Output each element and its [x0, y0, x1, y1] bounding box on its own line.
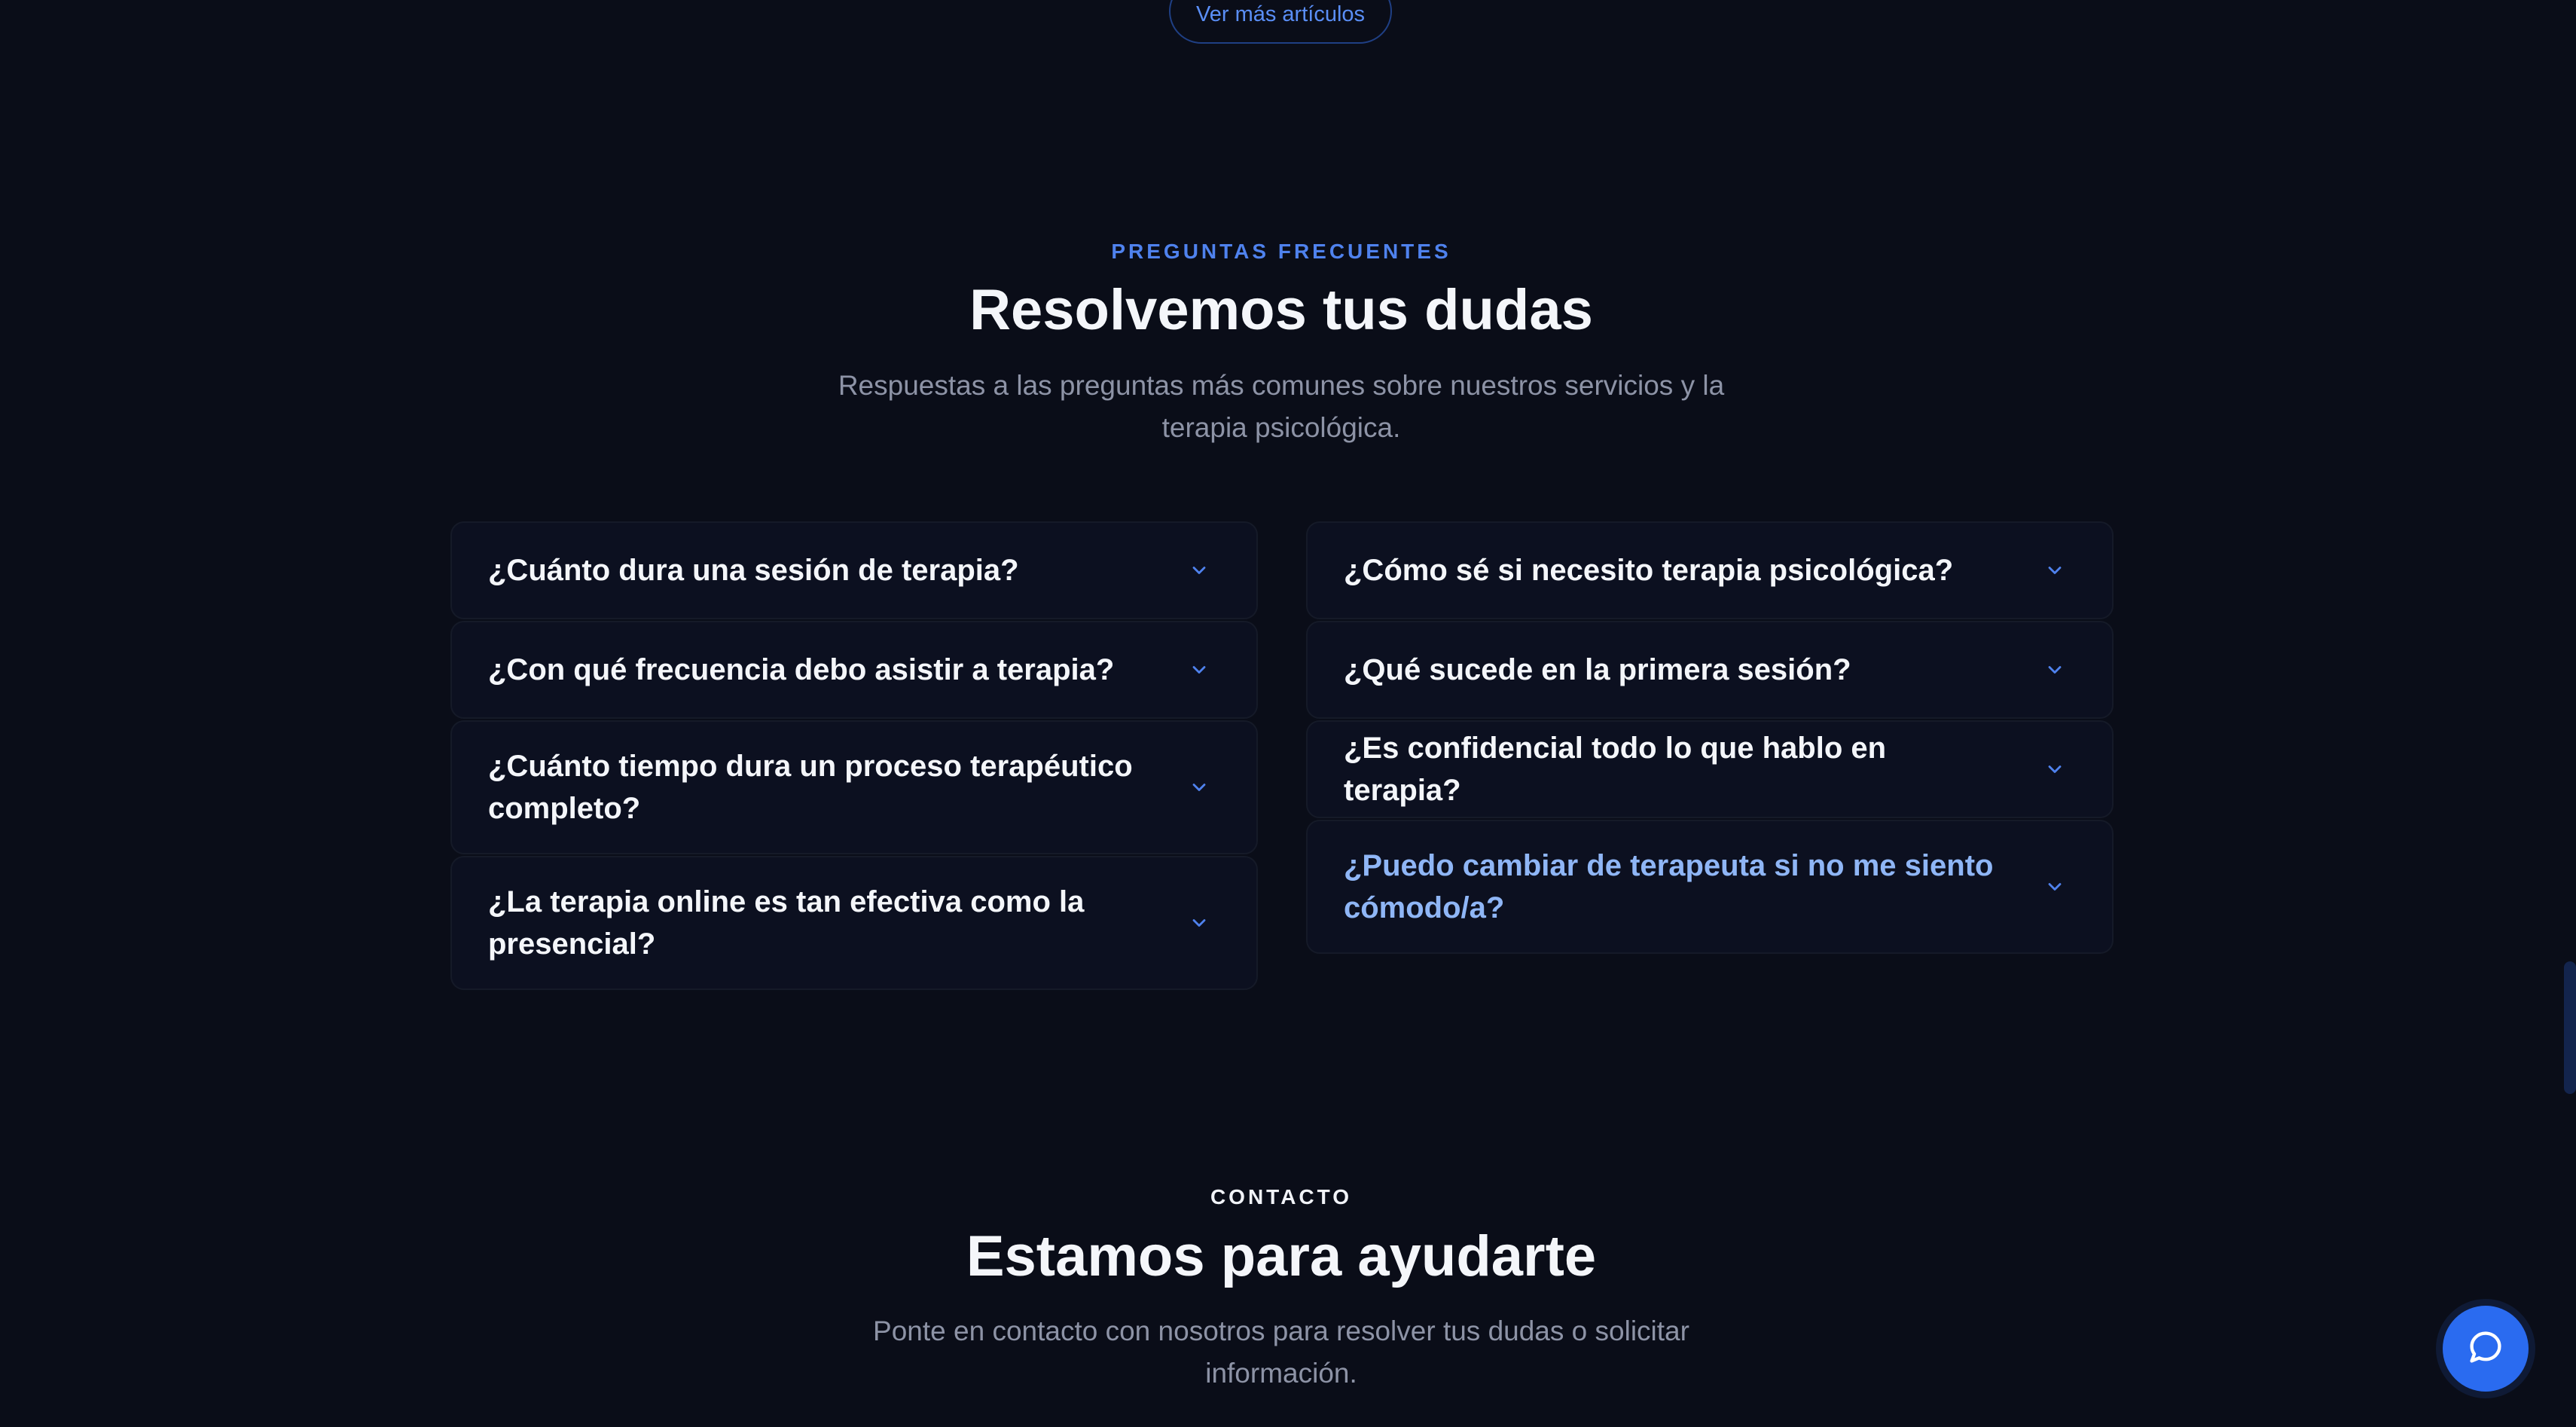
faq-question: ¿Puedo cambiar de terapeuta si no me sie…	[1344, 849, 1994, 924]
chat-button-inner	[2443, 1306, 2529, 1392]
faq-item[interactable]: ¿Puedo cambiar de terapeuta si no me sie…	[1306, 820, 2114, 954]
faq-question: ¿Qué sucede en la primera sesión?	[1344, 653, 1851, 686]
chevron-down-icon	[2041, 656, 2068, 683]
contact-subtitle: Ponte en contacto con nosotros para reso…	[873, 1315, 1689, 1389]
see-more-articles-button[interactable]: Ver más artículos	[1169, 0, 1392, 44]
chevron-down-icon	[2041, 873, 2068, 900]
faq-item[interactable]: ¿Cuánto dura una sesión de terapia?	[450, 521, 1258, 619]
faq-column-left: ¿Cuánto dura una sesión de terapia? ¿Con…	[450, 521, 1258, 990]
chevron-down-icon	[1186, 656, 1213, 683]
faq-subtitle: Respuestas a las preguntas más comunes s…	[838, 370, 1725, 443]
chevron-down-icon	[1186, 909, 1213, 937]
faq-item[interactable]: ¿Qué sucede en la primera sesión?	[1306, 621, 2114, 719]
contact-title: Estamos para ayudarte	[966, 1224, 1597, 1288]
contact-eyebrow: CONTACTO	[1210, 1185, 1353, 1209]
faq-item[interactable]: ¿Es confidencial todo lo que hablo en te…	[1306, 720, 2114, 818]
chat-bubble-icon	[2466, 1328, 2505, 1370]
faq-title: Resolvemos tus dudas	[969, 278, 1593, 342]
faq-item[interactable]: ¿Cómo sé si necesito terapia psicológica…	[1306, 521, 2114, 619]
chat-button[interactable]	[2436, 1299, 2535, 1398]
page: Ver más artículos PREGUNTAS FRECUENTES R…	[0, 0, 2576, 1427]
faq-eyebrow: PREGUNTAS FRECUENTES	[1111, 240, 1451, 263]
faq-column-right: ¿Cómo sé si necesito terapia psicológica…	[1306, 521, 2114, 954]
faq-question: ¿Cómo sé si necesito terapia psicológica…	[1344, 554, 1954, 587]
faq-question: ¿Cuánto dura una sesión de terapia?	[488, 554, 1019, 587]
faq-item[interactable]: ¿Cuánto tiempo dura un proceso terapéuti…	[450, 720, 1258, 854]
scrollbar-thumb[interactable]	[2564, 961, 2576, 1094]
chevron-down-icon	[2041, 557, 2068, 584]
faq-question: ¿Cuánto tiempo dura un proceso terapéuti…	[488, 750, 1133, 825]
faq-item[interactable]: ¿La terapia online es tan efectiva como …	[450, 856, 1258, 990]
faq-question: ¿Con qué frecuencia debo asistir a terap…	[488, 653, 1115, 686]
chevron-down-icon	[2041, 756, 2068, 783]
faq-question: ¿Es confidencial todo lo que hablo en te…	[1344, 732, 1887, 807]
chevron-down-icon	[1186, 557, 1213, 584]
faq-item[interactable]: ¿Con qué frecuencia debo asistir a terap…	[450, 621, 1258, 719]
faq-question: ¿La terapia online es tan efectiva como …	[488, 885, 1085, 961]
chevron-down-icon	[1186, 774, 1213, 801]
